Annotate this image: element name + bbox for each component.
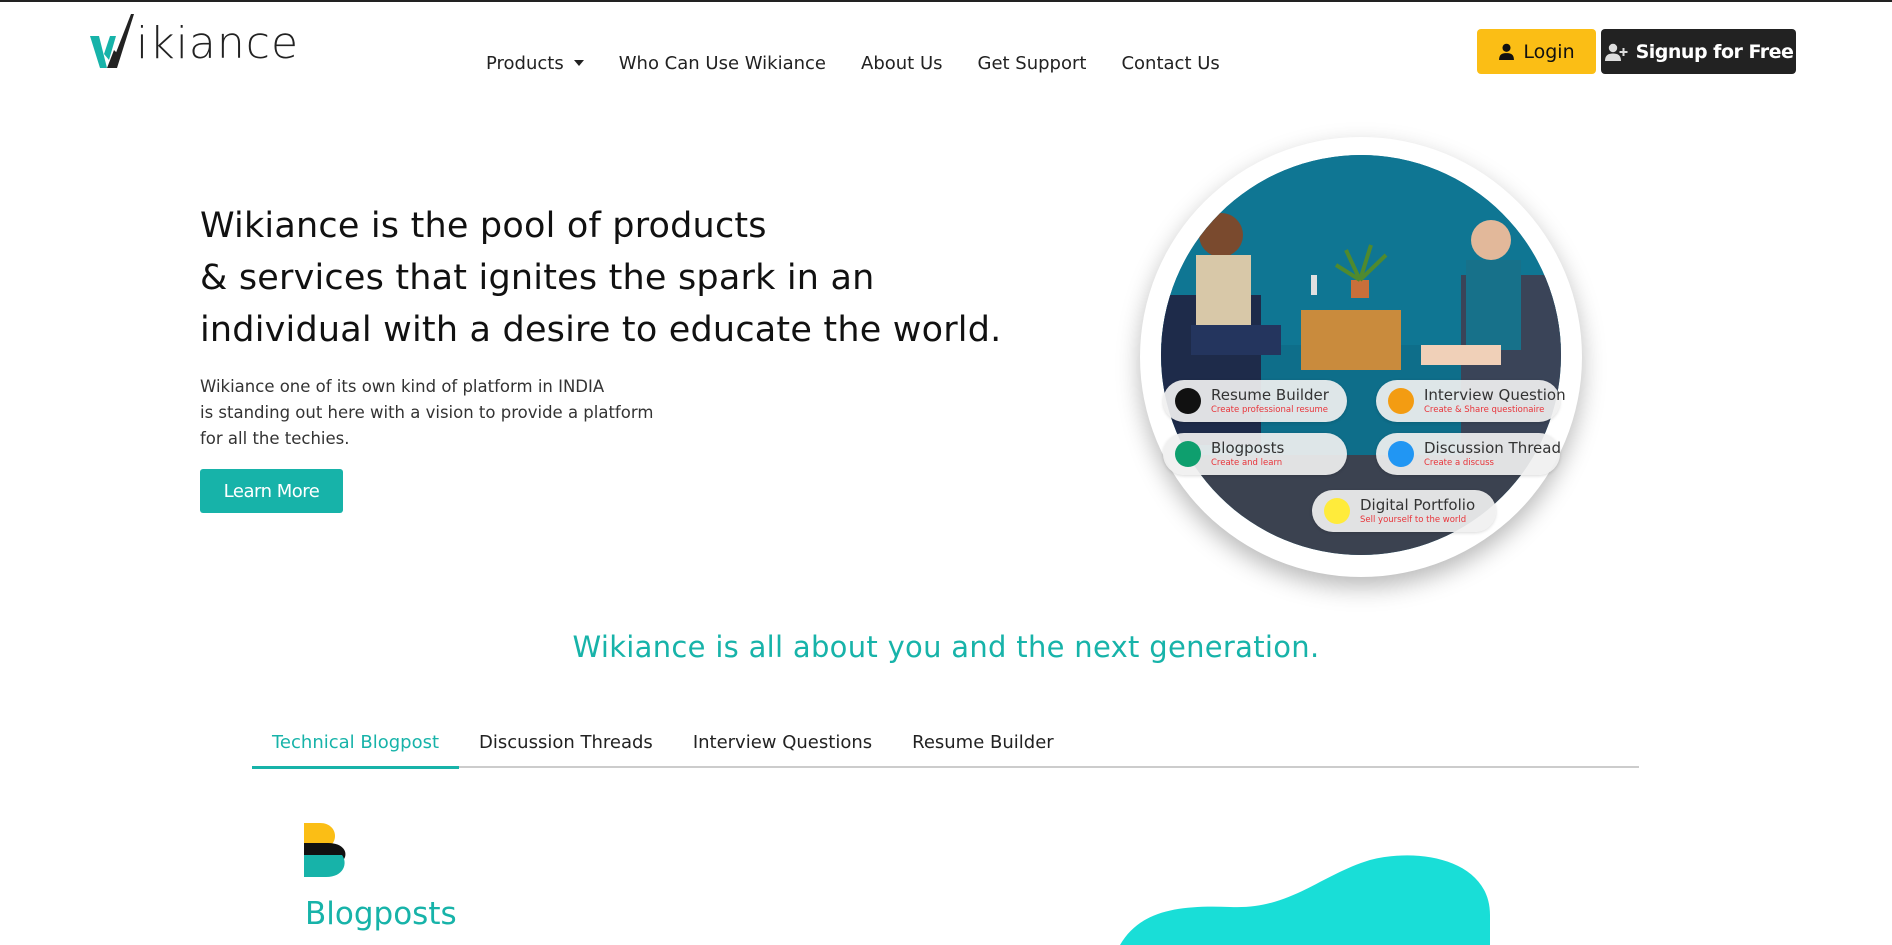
logo[interactable]: ikiance: [90, 10, 299, 70]
pill-subtitle: Create and learn: [1211, 457, 1283, 468]
user-icon: [1498, 43, 1515, 60]
nav-products[interactable]: Products: [486, 53, 584, 74]
pill-discussion-thread[interactable]: Discussion Thread Create a discuss: [1376, 433, 1561, 475]
dot-icon: [1324, 498, 1350, 524]
hero-description-line: Wikiance one of its own kind of platform…: [200, 377, 605, 396]
nav-who-can-use[interactable]: Who Can Use Wikiance: [619, 53, 826, 74]
section-title: Blogposts: [305, 896, 457, 932]
pill-title: Interview Question: [1424, 385, 1566, 404]
pill-digital-portfolio[interactable]: Digital Portfolio Sell yourself to the w…: [1312, 490, 1496, 532]
pill-subtitle: Create & Share questionaire: [1424, 404, 1545, 415]
hero-description-line: for all the techies.: [200, 429, 350, 448]
pill-blogposts[interactable]: Blogposts Create and learn: [1163, 433, 1347, 475]
hero-description-line: is standing out here with a vision to pr…: [200, 403, 654, 422]
login-label: Login: [1523, 40, 1575, 63]
pill-text: Resume Builder Create professional resum…: [1211, 385, 1329, 416]
hero-title-line: Wikiance is the pool of products: [200, 206, 767, 246]
dot-icon: [1388, 441, 1414, 467]
pill-subtitle: Create a discuss: [1424, 457, 1494, 468]
pill-subtitle: Sell yourself to the world: [1360, 514, 1467, 525]
tagline: Wikiance is all about you and the next g…: [572, 630, 1320, 664]
pill-resume-builder[interactable]: Resume Builder Create professional resum…: [1163, 380, 1347, 422]
nav-get-support[interactable]: Get Support: [978, 53, 1087, 74]
logo-w-mark: [90, 14, 134, 68]
hero-title-line: & services that ignites the spark in an: [200, 258, 875, 298]
pill-text: Discussion Thread Create a discuss: [1424, 438, 1561, 469]
tab-resume-builder[interactable]: Resume Builder: [892, 728, 1074, 768]
pill-title: Digital Portfolio: [1360, 495, 1476, 514]
hero-description: Wikiance one of its own kind of platform…: [200, 374, 653, 452]
signup-button[interactable]: Signup for Free: [1601, 29, 1796, 74]
blogposts-logo-icon: [304, 823, 346, 877]
caret-down-icon: [573, 60, 584, 66]
pill-text: Blogposts Create and learn: [1211, 438, 1285, 469]
signup-label: Signup for Free: [1635, 40, 1794, 63]
nav-contact-us[interactable]: Contact Us: [1121, 53, 1219, 74]
hero-title: Wikiance is the pool of products & servi…: [200, 200, 1002, 356]
pill-interview-question[interactable]: Interview Question Create & Share questi…: [1376, 380, 1566, 422]
dot-icon: [1175, 441, 1201, 467]
pill-title: Blogposts: [1211, 438, 1285, 457]
dot-icon: [1175, 388, 1201, 414]
top-border: [0, 0, 1892, 2]
login-button[interactable]: Login: [1477, 29, 1596, 74]
pill-title: Resume Builder: [1211, 385, 1329, 404]
dot-icon: [1388, 388, 1414, 414]
learn-more-button[interactable]: Learn More: [200, 469, 343, 513]
tab-interview-questions[interactable]: Interview Questions: [673, 728, 892, 768]
tab-discussion-threads[interactable]: Discussion Threads: [459, 728, 673, 768]
nav-about-us[interactable]: About Us: [861, 53, 943, 74]
nav-products-label: Products: [486, 52, 564, 74]
user-plus-icon: [1604, 43, 1628, 61]
hero-title-line: individual with a desire to educate the …: [200, 310, 1002, 350]
decorative-blob: [1120, 855, 1490, 945]
pill-subtitle: Create professional resume: [1211, 404, 1329, 415]
pill-title: Discussion Thread: [1424, 438, 1561, 457]
main-nav: Products Who Can Use Wikiance About Us G…: [486, 50, 1255, 76]
pill-text: Interview Question Create & Share questi…: [1424, 385, 1566, 416]
pill-text: Digital Portfolio Sell yourself to the w…: [1360, 495, 1476, 526]
tab-technical-blogpost[interactable]: Technical Blogpost: [252, 728, 460, 769]
product-tabs: Technical Blogpost Discussion Threads In…: [252, 728, 1639, 769]
logo-text: ikiance: [136, 18, 300, 69]
